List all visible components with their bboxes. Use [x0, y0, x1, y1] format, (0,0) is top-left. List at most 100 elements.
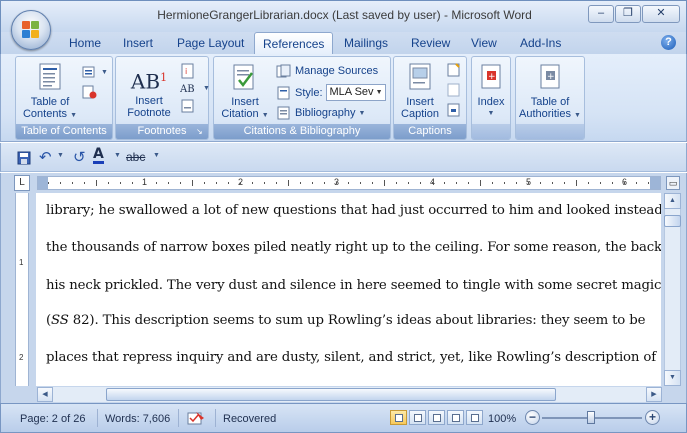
font-color-icon[interactable]: A	[93, 147, 104, 164]
toc-button-label-1: Table of	[30, 96, 70, 108]
ribbon: Table of Contents ▼ ▼ Table of Contents …	[0, 54, 687, 142]
horizontal-ruler[interactable]: 1 2 3 4 5 6	[37, 176, 661, 190]
help-icon[interactable]: ?	[661, 35, 676, 50]
insert-endnote-button[interactable]: i	[180, 63, 196, 79]
spelling-icon[interactable]	[187, 410, 207, 426]
minimize-button[interactable]: –	[588, 5, 614, 23]
close-button[interactable]: ✕	[642, 5, 680, 23]
title-bar: HermioneGrangerLibrarian.docx (Last save…	[0, 0, 687, 32]
tab-selector[interactable]: L	[14, 175, 30, 191]
quick-access-toolbar: ↶ ▼ ↺ A ▼ abc ▼	[0, 143, 687, 172]
tab-add-ins[interactable]: Add-Ins	[520, 36, 561, 50]
insert-citation-button[interactable]: Insert Citation ▼	[218, 63, 272, 122]
group-table-of-authorities: + Table of Authorities ▼	[515, 56, 585, 140]
outline-view-button[interactable]	[447, 410, 464, 425]
scroll-left-button[interactable]: ◀	[37, 387, 53, 402]
group-footnotes: AB1 Insert Footnote i AB ▼ Footnotes ↘	[115, 56, 210, 140]
citation-button-label-2: Citation	[221, 108, 259, 120]
caption-button-label-2: Caption	[401, 108, 439, 120]
scroll-up-button[interactable]: ▲	[664, 193, 681, 209]
status-bar: Page: 2 of 26 Words: 7,606 Recovered 100…	[0, 403, 687, 433]
tab-insert[interactable]: Insert	[123, 36, 153, 50]
document-page[interactable]: library; he swallowed a lot of new quest…	[36, 193, 661, 386]
group-table-of-contents: Table of Contents ▼ ▼ Table of Contents	[15, 56, 113, 140]
draft-view-button[interactable]	[466, 410, 483, 425]
undo-icon[interactable]: ↶	[39, 148, 52, 166]
svg-text:+: +	[547, 72, 555, 82]
tab-page-layout[interactable]: Page Layout	[177, 36, 244, 50]
group-captions: Insert Caption Captions	[393, 56, 467, 140]
tab-review[interactable]: Review	[411, 36, 450, 50]
authorities-button-label-2: Authorities	[519, 108, 571, 120]
style-value: MLA Sev	[329, 86, 374, 98]
tab-mailings[interactable]: Mailings	[344, 36, 388, 50]
font-color-chevron-icon[interactable]: ▼	[114, 152, 121, 159]
footnotes-dialog-launcher-icon[interactable]: ↘	[196, 127, 206, 137]
vertical-ruler[interactable]: 1 2	[15, 193, 29, 386]
zoom-in-button[interactable]: +	[645, 410, 660, 425]
footnote-button-label-2: Footnote	[127, 107, 171, 119]
tab-references[interactable]: References	[254, 32, 334, 55]
zoom-level[interactable]: 100%	[488, 413, 516, 425]
insert-caption-button[interactable]: Insert Caption	[397, 63, 443, 120]
full-screen-reading-view-button[interactable]	[409, 410, 426, 425]
customize-qat-chevron-icon[interactable]: ▼	[153, 152, 160, 159]
save-icon[interactable]	[17, 151, 31, 165]
manage-sources-label: Manage Sources	[295, 65, 379, 77]
table-of-authorities-button[interactable]: + Table of Authorities ▼	[518, 63, 582, 122]
update-table-icon	[82, 85, 97, 99]
word-count[interactable]: Words: 7,606	[105, 413, 170, 425]
status-separator	[215, 409, 216, 427]
print-layout-view-button[interactable]	[390, 410, 407, 425]
horizontal-scroll-thumb[interactable]	[106, 388, 556, 401]
group-label-toc: Table of Contents	[16, 124, 112, 139]
page-count[interactable]: Page: 2 of 26	[20, 413, 85, 425]
redo-icon[interactable]: ↺	[73, 148, 86, 166]
window-title: HermioneGrangerLibrarian.docx (Last save…	[157, 8, 532, 22]
group-label-index	[472, 124, 510, 139]
zoom-out-button[interactable]: −	[525, 410, 540, 425]
tab-view[interactable]: View	[471, 36, 497, 50]
group-label-citations: Citations & Bibliography	[214, 124, 390, 139]
insert-footnote-button[interactable]: AB1 Insert Footnote	[119, 65, 179, 119]
authorities-button-label-1: Table of	[530, 96, 570, 108]
zoom-slider-thumb[interactable]	[587, 411, 595, 424]
update-table-button[interactable]	[82, 85, 98, 99]
update-figures-button[interactable]	[446, 83, 462, 97]
cross-reference-icon	[447, 103, 460, 117]
cross-reference-button[interactable]	[446, 103, 462, 117]
vertical-scroll-thumb[interactable]	[664, 215, 681, 227]
style-dropdown[interactable]: MLA Sev ▼	[325, 84, 386, 101]
web-layout-view-button[interactable]	[428, 410, 445, 425]
add-text-button[interactable]: ▼	[82, 65, 108, 79]
insert-caption-icon	[409, 63, 431, 90]
document-line-text: his neck prickled. The very dust and sil…	[46, 278, 661, 293]
add-text-icon	[82, 66, 95, 78]
scroll-right-button[interactable]: ▶	[646, 387, 662, 402]
svg-text:AB: AB	[180, 84, 195, 95]
footnote-icon-text: AB	[130, 69, 161, 94]
scroll-down-button[interactable]: ▼	[664, 370, 681, 386]
citation-button-label-1: Insert	[231, 96, 259, 108]
table-of-authorities-icon: +	[540, 64, 560, 89]
status-separator	[97, 409, 98, 427]
office-button[interactable]	[11, 10, 51, 50]
recovered-status: Recovered	[223, 413, 277, 425]
table-of-contents-icon	[39, 63, 61, 90]
index-button[interactable]: + Index ▼	[474, 63, 508, 120]
insert-table-of-figures-button[interactable]	[446, 63, 462, 77]
view-ruler-icon[interactable]: ▭	[666, 176, 680, 190]
insert-endnote-icon: i	[181, 63, 194, 79]
toc-button-label-2: Contents	[22, 108, 68, 120]
table-of-contents-button[interactable]: Table of Contents ▼	[21, 63, 79, 122]
undo-chevron-icon[interactable]: ▼	[57, 152, 64, 159]
vertical-scrollbar: ▲ ▼	[661, 193, 687, 386]
bibliography-button[interactable]: Bibliography ▼	[276, 106, 365, 120]
strikethrough-icon[interactable]: abc	[126, 150, 145, 164]
manage-sources-button[interactable]: Manage Sources	[276, 64, 378, 78]
tab-home[interactable]: Home	[69, 36, 101, 50]
show-notes-button[interactable]	[180, 99, 196, 113]
restore-button[interactable]: ❐	[615, 5, 641, 23]
manage-sources-icon	[276, 64, 291, 78]
next-footnote-button[interactable]: AB ▼	[180, 81, 210, 95]
